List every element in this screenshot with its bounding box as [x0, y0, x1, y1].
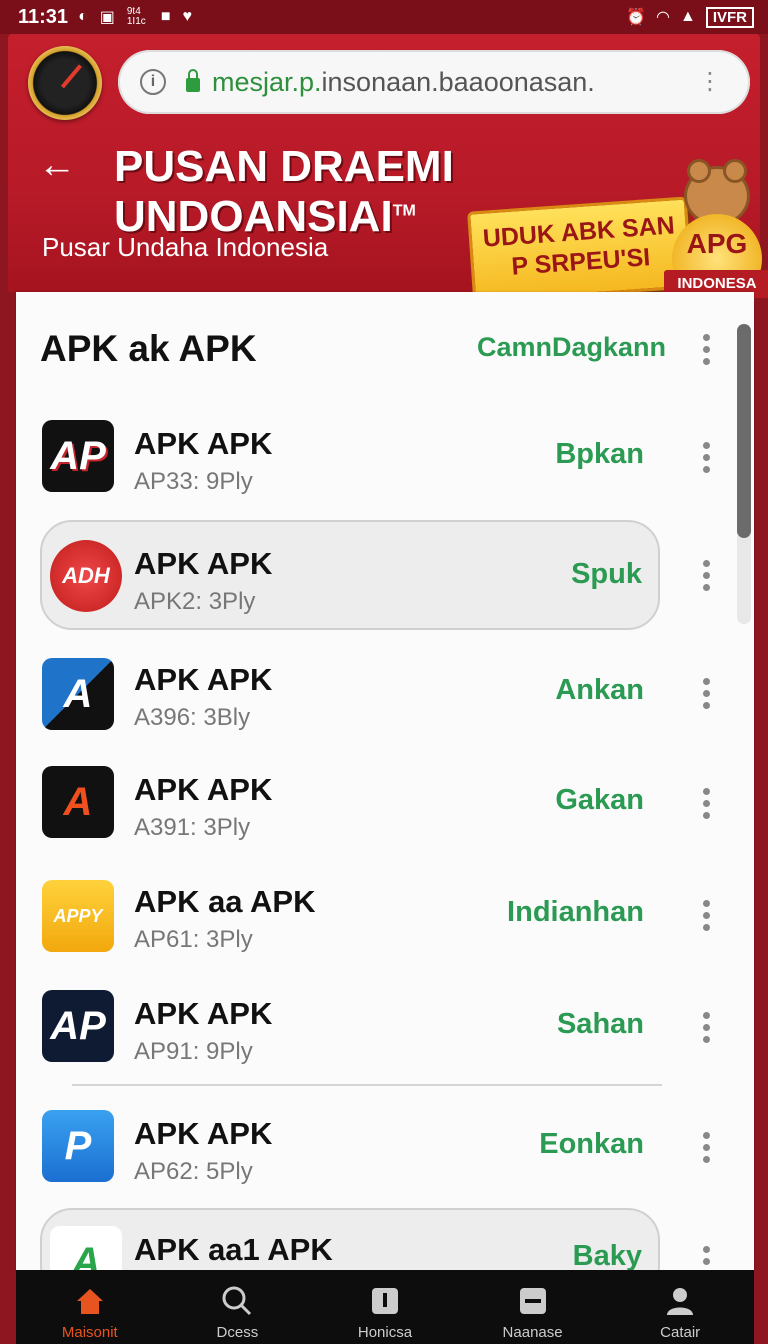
app-meta: AP61: 3Ply: [134, 926, 253, 953]
app-name: APK aa APK: [134, 884, 316, 919]
list-item-selected[interactable]: ADH APK APK APK2: 3Ply Spuk: [40, 520, 660, 630]
status-right-icons: ⏰ ◠ ▲ IVFR: [626, 6, 754, 28]
app-action-link[interactable]: Sahan: [557, 1008, 644, 1041]
signal-icon: ▲: [679, 8, 696, 25]
divider: [72, 1084, 662, 1086]
bottom-navigation: Maisonit Dcess Honicsa Naanase Catair: [16, 1270, 754, 1344]
status-notification-icons: ◐ ▣ 9t4 1I1c ■ ♥: [78, 7, 192, 27]
site-header: i mesjar.p.insonaan.baaoonasan. ⋮ ← PUSA…: [8, 34, 768, 304]
app-name: APK APK: [134, 772, 273, 807]
nav-label: Maisonit: [61, 1324, 118, 1341]
do-not-disturb-icon: ◐: [78, 8, 88, 25]
nav-label: Honicsa: [357, 1324, 413, 1341]
nav-label: Catair: [660, 1324, 701, 1341]
item-menu-icon[interactable]: [702, 1132, 710, 1163]
section-action-link[interactable]: CamnDagkann: [477, 332, 666, 363]
nav-home[interactable]: Maisonit: [16, 1270, 164, 1344]
address-bar[interactable]: i mesjar.p.insonaan.baaoonasan. ⋮: [118, 50, 750, 114]
n-app-icon: ▣: [99, 9, 115, 26]
appy-icon: APPY: [42, 880, 114, 952]
info-icon[interactable]: i: [140, 69, 166, 95]
app-action-link[interactable]: Spuk: [571, 558, 642, 591]
app-name: APK APK: [134, 662, 273, 697]
app-name: APK APK: [134, 1116, 273, 1151]
app-action-link[interactable]: Gakan: [555, 784, 644, 817]
item-menu-icon[interactable]: [702, 788, 710, 819]
app-action-link[interactable]: Baky: [573, 1240, 642, 1273]
apk-logo-icon: AP: [42, 420, 114, 492]
list-item[interactable]: A APK APK A391: 3Ply Gakan: [16, 748, 736, 858]
apk-navy-icon: AP: [42, 990, 114, 1062]
info-icon: [368, 1284, 402, 1318]
nav-history[interactable]: Honicsa: [311, 1270, 459, 1344]
item-menu-icon[interactable]: [702, 1246, 710, 1265]
badge-text: APG: [686, 228, 748, 259]
section-menu-icon[interactable]: [702, 334, 710, 365]
apg-badge: APG INDONESA: [664, 214, 768, 304]
app-name: APK APK: [134, 426, 273, 461]
p-gear-icon: P: [42, 1110, 114, 1182]
nav-messages[interactable]: Naanase: [459, 1270, 607, 1344]
app-meta: AP33: 9Ply: [134, 468, 253, 495]
app-action-link[interactable]: Ankan: [555, 674, 644, 707]
app-meta: A396: 3Bly: [134, 704, 251, 731]
list-item[interactable]: AP APK APK AP91: 9Ply Sahan: [16, 972, 736, 1082]
app-action-link[interactable]: Indianhan: [507, 896, 644, 929]
section-title: APK ak APK: [40, 328, 257, 369]
app-action-link[interactable]: Bpkan: [555, 438, 644, 471]
item-menu-icon[interactable]: [702, 442, 710, 473]
app-name: APK aa1 APK: [134, 1232, 333, 1267]
item-menu-icon[interactable]: [702, 678, 710, 709]
alarm-icon: ⏰: [626, 9, 647, 26]
page-subtitle: Pusar Undaha Indonesia: [42, 232, 329, 262]
minus-box-icon: [516, 1284, 550, 1318]
app-meta: AP91: 9Ply: [134, 1038, 253, 1065]
user-icon: [663, 1284, 697, 1318]
nav-search[interactable]: Dcess: [164, 1270, 312, 1344]
trademark: TM: [392, 202, 416, 220]
app-list-card: APK ak APK CamnDagkann AP APK APK AP33: …: [16, 292, 754, 1298]
back-arrow-icon[interactable]: ←: [38, 144, 76, 187]
adh-icon: ADH: [50, 540, 122, 612]
compass-logo-icon[interactable]: [28, 46, 102, 120]
list-item[interactable]: APPY APK aa APK AP61: 3Ply Indianhan: [16, 860, 736, 970]
browser-menu-icon[interactable]: ⋮: [698, 70, 722, 94]
item-menu-icon[interactable]: [702, 560, 710, 591]
status-small-text: 9t4 1I1c: [126, 6, 146, 27]
url-text[interactable]: mesjar.p.insonaan.baaoonasan.: [212, 67, 595, 98]
location-icon: ♥: [182, 8, 193, 25]
app-meta: A391: 3Ply: [134, 814, 251, 841]
app-name: APK APK: [134, 996, 273, 1031]
box-icon: ■: [160, 8, 171, 25]
app-name: APK APK: [134, 546, 273, 581]
item-menu-icon[interactable]: [702, 1012, 710, 1043]
promo-banner[interactable]: UDUK ABK SAN P SRPEU'SI: [467, 196, 693, 304]
app-meta: APK2: 3Ply: [134, 588, 256, 615]
app-meta: AP62: 5Ply: [134, 1158, 253, 1185]
nav-label: Dcess: [216, 1324, 259, 1341]
scrollbar-thumb[interactable]: [737, 324, 751, 538]
item-menu-icon[interactable]: [702, 900, 710, 931]
list-item[interactable]: P APK APK AP62: 5Ply Eonkan: [16, 1092, 736, 1202]
nav-label: Naanase: [502, 1324, 563, 1341]
list-item[interactable]: AP APK APK AP33: 9Ply Bpkan: [16, 402, 736, 512]
app-action-link[interactable]: Eonkan: [539, 1128, 644, 1161]
carrier-label: IVFR: [705, 6, 754, 28]
list-item[interactable]: A APK APK A396: 3Bly Ankan: [16, 638, 736, 748]
home-icon: [73, 1284, 107, 1318]
lock-icon: [186, 69, 200, 92]
apk-orange-icon: A: [42, 766, 114, 838]
nav-profile[interactable]: Catair: [606, 1270, 754, 1344]
search-icon: [220, 1284, 254, 1318]
status-time: 11:31: [18, 5, 69, 28]
a-blue-icon: A: [42, 658, 114, 730]
status-bar: 11:31 ◐ ▣ 9t4 1I1c ■ ♥ ⏰ ◠ ▲ IVFR: [0, 0, 768, 34]
wifi-icon: ◠: [656, 9, 670, 26]
